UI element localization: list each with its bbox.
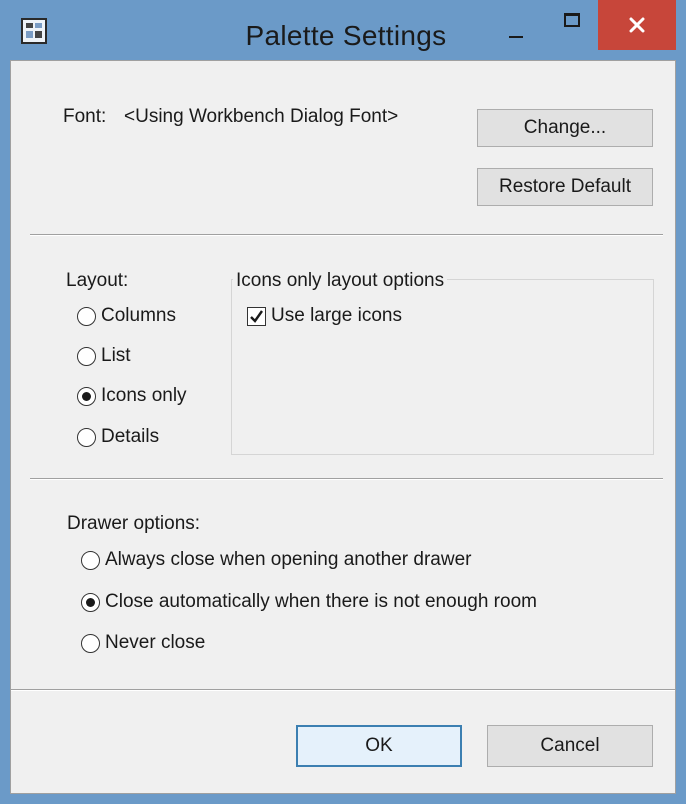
cancel-button[interactable]: Cancel [487, 725, 653, 767]
separator [30, 478, 663, 480]
dialog-body: Font: <Using Workbench Dialog Font> Chan… [10, 60, 676, 794]
layout-details-radio[interactable] [77, 428, 96, 447]
checkmark-icon [250, 310, 263, 323]
close-icon [629, 17, 645, 33]
use-large-icons-label[interactable]: Use large icons [271, 305, 402, 327]
ok-button[interactable]: OK [296, 725, 462, 767]
drawer-always-close-label[interactable]: Always close when opening another drawer [105, 549, 472, 571]
icons-only-options-title: Icons only layout options [233, 270, 448, 292]
window-title: Palette Settings [245, 20, 447, 51]
close-button[interactable] [598, 0, 676, 50]
palette-settings-window: Palette Settings Font: <Using Workbench … [0, 0, 686, 804]
minimize-icon [509, 36, 523, 38]
drawer-always-close-radio[interactable] [81, 551, 100, 570]
layout-icons-only-label[interactable]: Icons only [101, 385, 187, 407]
use-large-icons-checkbox[interactable] [247, 307, 266, 326]
font-label: Font: [63, 106, 107, 127]
change-font-button[interactable]: Change... [477, 109, 653, 147]
layout-label: Layout: [66, 270, 129, 291]
minimize-button[interactable] [494, 0, 540, 54]
drawer-close-automatically-radio[interactable] [81, 593, 100, 612]
app-icon[interactable] [21, 18, 47, 44]
layout-icons-only-radio[interactable] [77, 387, 96, 406]
drawer-never-close-radio[interactable] [81, 634, 100, 653]
maximize-icon [564, 13, 580, 27]
separator [11, 689, 675, 691]
drawer-options-label: Drawer options: [67, 513, 201, 534]
layout-list-label[interactable]: List [101, 345, 131, 367]
layout-details-label[interactable]: Details [101, 426, 159, 448]
layout-columns-radio[interactable] [77, 307, 96, 326]
font-value: <Using Workbench Dialog Font> [124, 106, 399, 127]
drawer-close-automatically-label[interactable]: Close automatically when there is not en… [105, 591, 537, 613]
restore-default-button[interactable]: Restore Default [477, 168, 653, 206]
separator [30, 234, 663, 236]
layout-columns-label[interactable]: Columns [101, 305, 176, 327]
drawer-never-close-label[interactable]: Never close [105, 632, 205, 654]
layout-list-radio[interactable] [77, 347, 96, 366]
maximize-button[interactable] [548, 0, 594, 54]
